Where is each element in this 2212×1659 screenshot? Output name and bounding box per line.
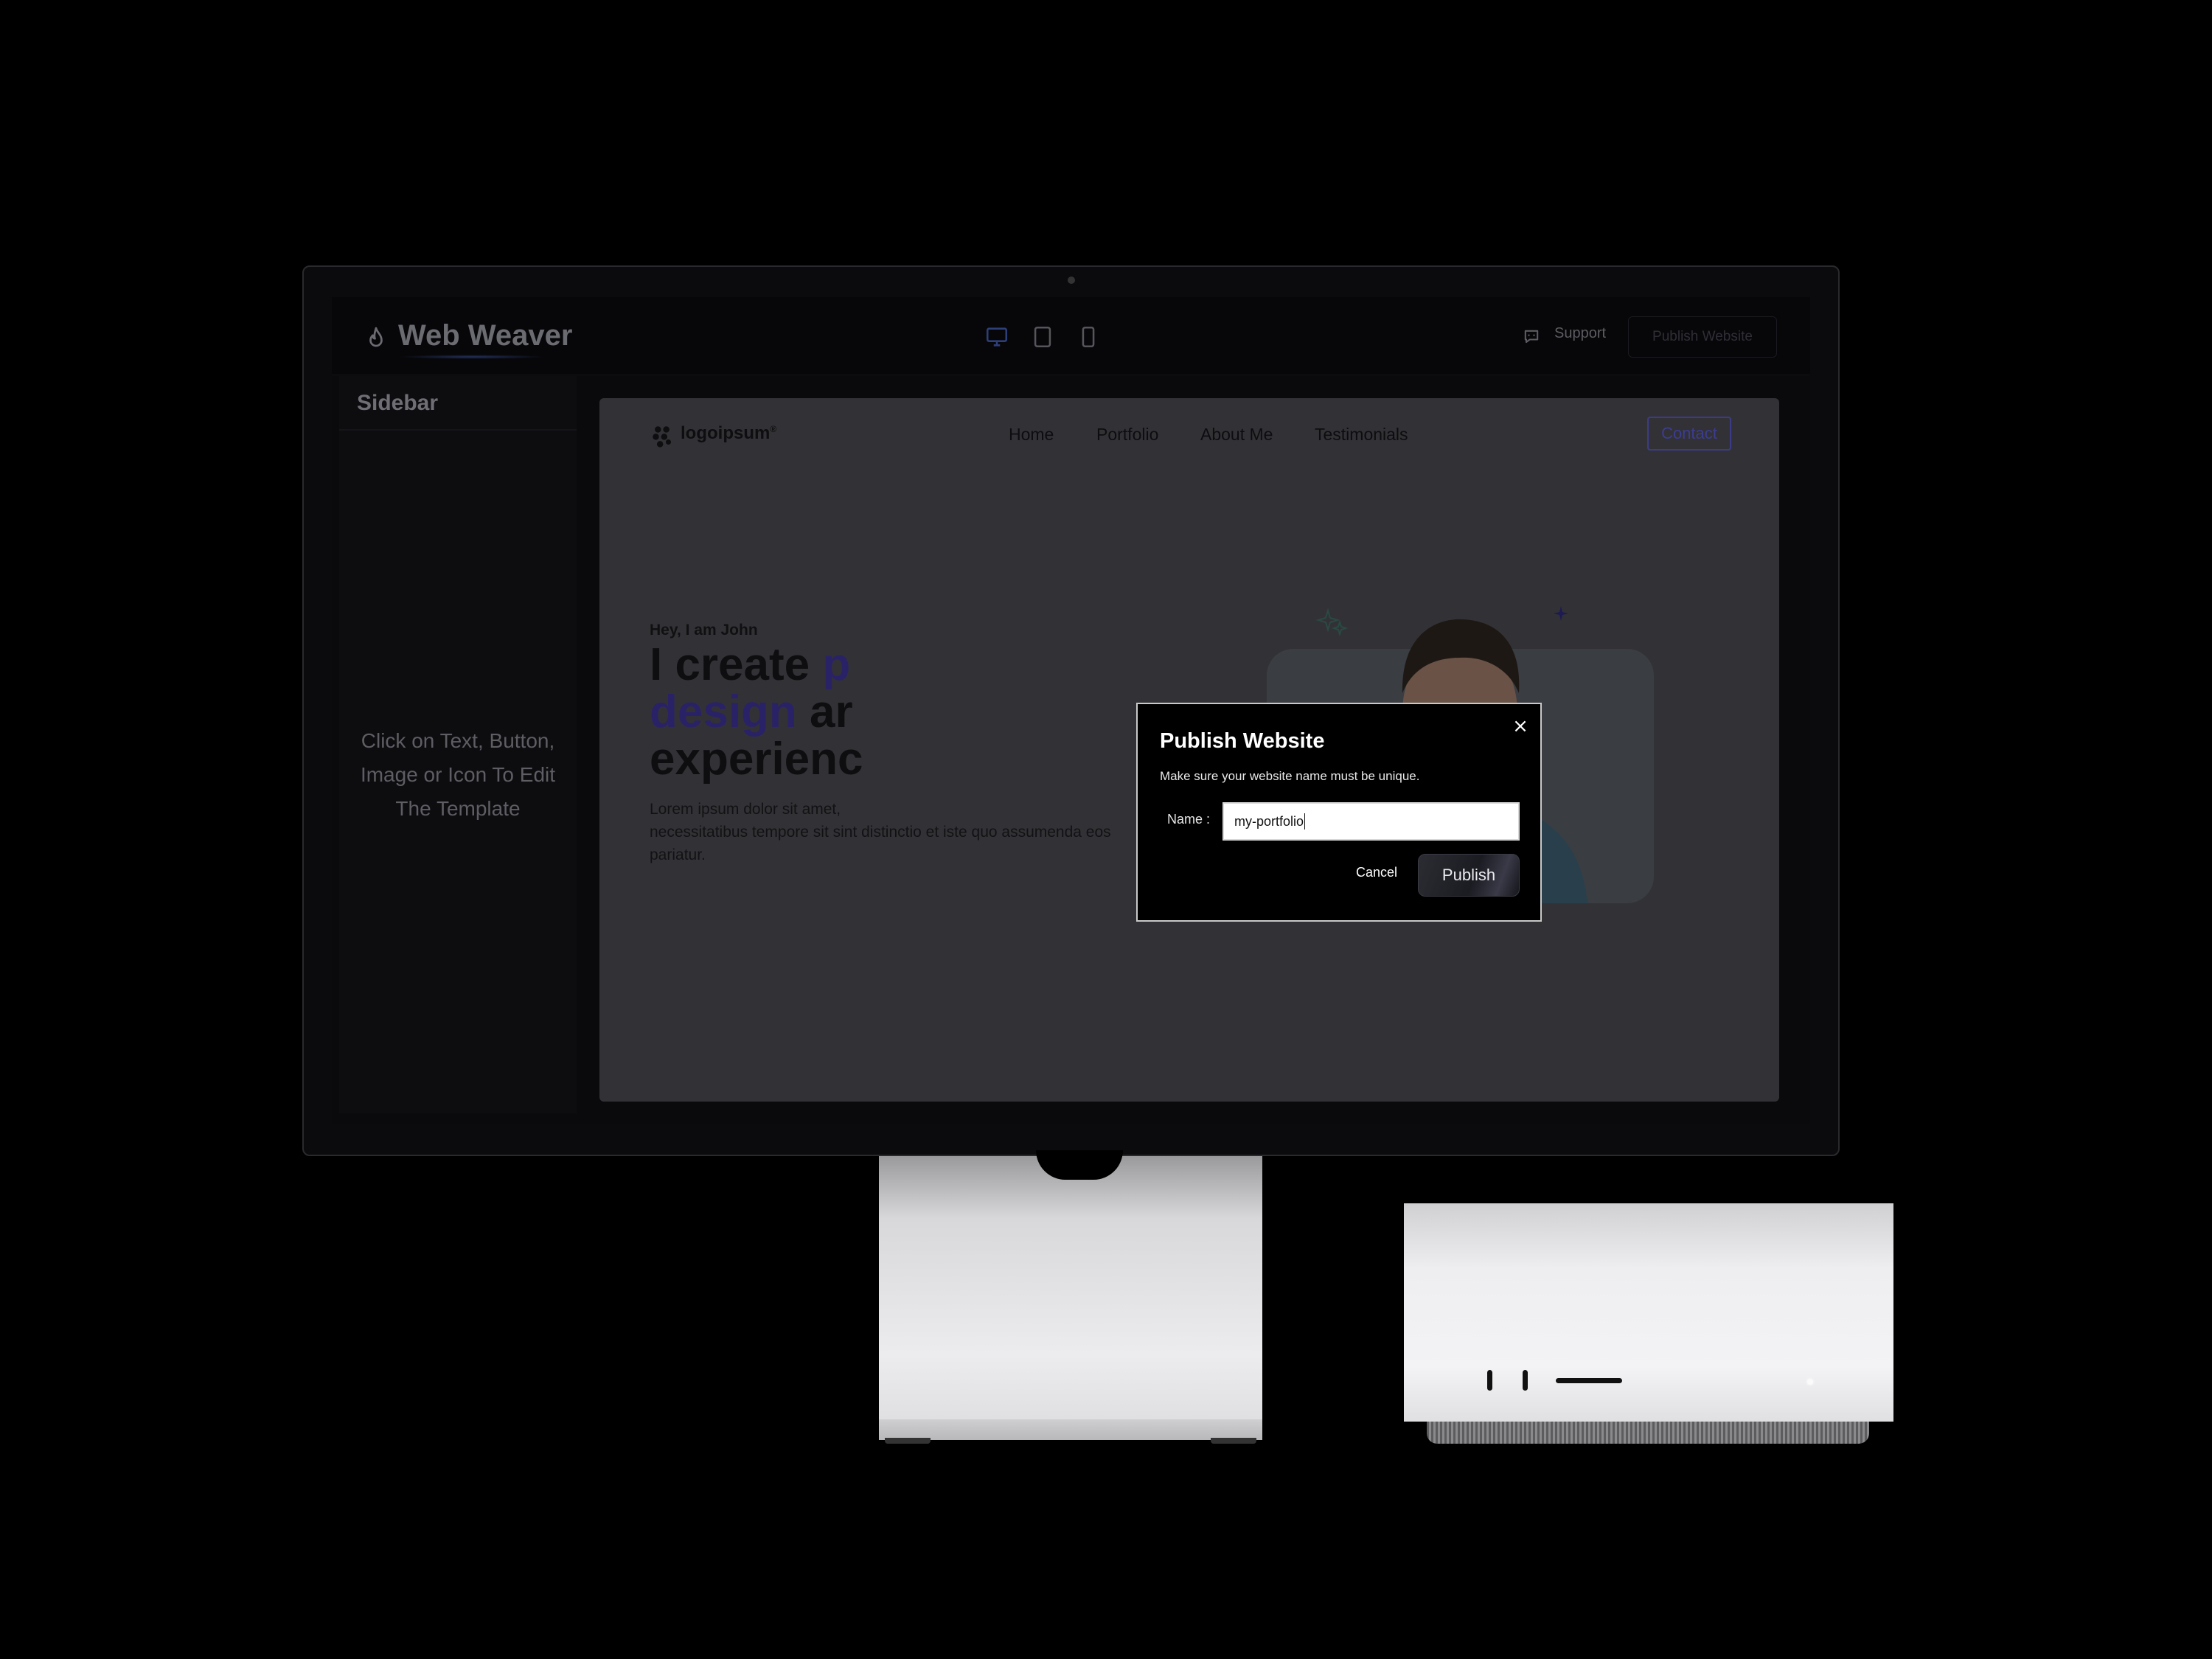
- power-led: [1807, 1379, 1813, 1385]
- monitor-camera: [1068, 276, 1075, 284]
- close-icon[interactable]: ×: [1510, 716, 1531, 737]
- usb-port: [1523, 1370, 1528, 1391]
- nav-testimonials[interactable]: Testimonials: [1315, 425, 1408, 445]
- nav-portfolio[interactable]: Portfolio: [1096, 425, 1158, 445]
- stand-foot-left: [885, 1438, 931, 1444]
- sidebar-hint: Click on Text, Button, Image or Icon To …: [360, 729, 556, 820]
- name-label: Name :: [1167, 812, 1211, 827]
- hero-line1-accent: p: [822, 639, 851, 690]
- contact-button[interactable]: Contact: [1647, 417, 1731, 451]
- sparkle-icon: [1554, 606, 1568, 621]
- sidebar-title: Sidebar: [357, 391, 439, 415]
- dialog-title: Publish Website: [1160, 729, 1325, 753]
- text-caret: [1304, 813, 1306, 830]
- logoipsum-icon[interactable]: [650, 423, 675, 448]
- title-underline-glow: [398, 355, 546, 359]
- stand-foot-right: [1211, 1438, 1256, 1444]
- hero-description[interactable]: Lorem ipsum dolor sit amet, necessitatib…: [650, 798, 1180, 866]
- site-logo-text: logoipsum: [681, 423, 771, 443]
- stand-base: [879, 1419, 1262, 1440]
- hero-headline-line-3[interactable]: experienc: [650, 736, 863, 783]
- hero-greeting[interactable]: Hey, I am John: [650, 622, 758, 639]
- hero-line1-plain: I create: [650, 639, 810, 690]
- support-link[interactable]: Support: [1554, 325, 1606, 342]
- app-screen: Web Weaver Support Publish Website Sideb…: [332, 297, 1810, 1124]
- editor-sidebar: Sidebar Click on Text, Button, Image or …: [339, 376, 577, 1113]
- app-topbar: Web Weaver Support Publish Website: [332, 297, 1810, 375]
- nav-home[interactable]: Home: [1009, 425, 1054, 445]
- hero-headline-line-2[interactable]: design ar: [650, 689, 853, 736]
- site-logo[interactable]: logoipsum®: [681, 423, 776, 444]
- desktop-computer: [1404, 1203, 1893, 1422]
- nav-about-me[interactable]: About Me: [1200, 425, 1273, 445]
- hero-line2-plain: ar: [810, 686, 853, 737]
- desktop-icon[interactable]: [984, 324, 1009, 349]
- usb-port: [1487, 1370, 1492, 1391]
- publish-dialog: × Publish Website Make sure your website…: [1136, 703, 1542, 922]
- app-title: Web Weaver: [398, 319, 573, 352]
- mobile-icon[interactable]: [1076, 324, 1101, 349]
- sparkle-outline-icon: [1315, 608, 1349, 637]
- flame-icon: [369, 327, 383, 347]
- sd-card-slot: [1556, 1378, 1622, 1383]
- cancel-button[interactable]: Cancel: [1356, 865, 1397, 880]
- computer-vent: [1427, 1422, 1869, 1444]
- template-canvas[interactable]: logoipsum® Home Portfolio About Me Testi…: [599, 398, 1779, 1102]
- monitor-stand: [879, 1156, 1262, 1440]
- dialog-subtitle: Make sure your website name must be uniq…: [1160, 769, 1420, 783]
- sidebar-divider: [339, 429, 577, 431]
- publish-button[interactable]: Publish: [1418, 854, 1520, 897]
- hero-line2-accent: design: [650, 686, 797, 737]
- website-name-input[interactable]: my-portfolio: [1222, 802, 1520, 841]
- hero-headline-line-1[interactable]: I create p: [650, 641, 850, 689]
- site-logo-mark: ®: [770, 424, 777, 434]
- website-name-value: my-portfolio: [1234, 813, 1304, 829]
- support-chat-icon[interactable]: [1520, 327, 1543, 347]
- tablet-icon[interactable]: [1030, 324, 1055, 349]
- publish-website-button[interactable]: Publish Website: [1628, 316, 1777, 358]
